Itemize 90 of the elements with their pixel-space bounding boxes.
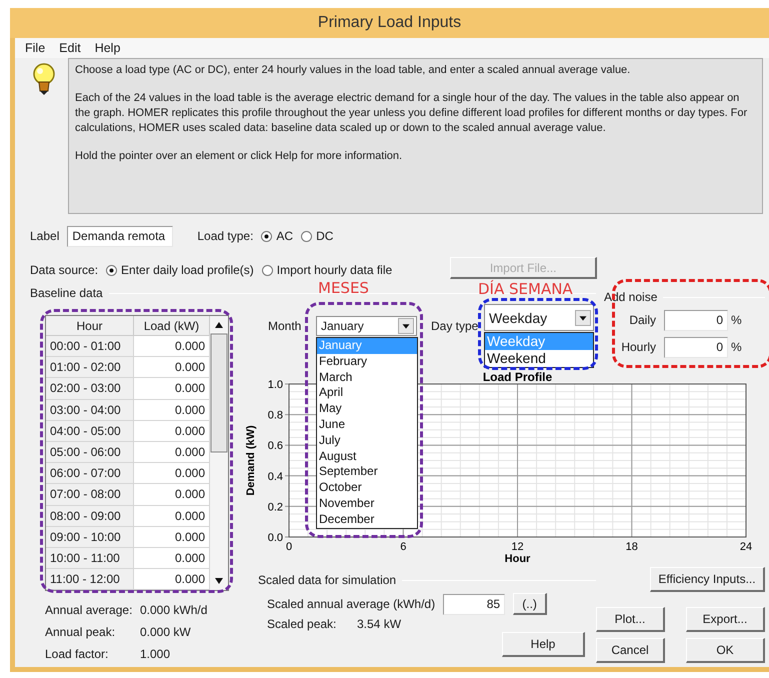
table-cell: 00:00 - 01:00 <box>46 336 134 358</box>
table-cell[interactable]: 0.000 <box>134 569 210 590</box>
field-label: Daily <box>628 313 657 327</box>
unit-label: % <box>731 313 742 327</box>
tick-label: 0 <box>286 541 292 553</box>
window-title: Primary Load Inputs <box>10 8 769 38</box>
tick-label: 0.2 <box>268 501 283 514</box>
tick-label: 1.0 <box>268 379 283 391</box>
table-cell: 09:00 - 10:00 <box>46 526 134 548</box>
radio-option[interactable]: Import hourly data file <box>262 263 392 277</box>
axis-title: Demand (kW) <box>245 425 257 496</box>
tick-label: 6 <box>400 541 406 553</box>
day-type-dropdown[interactable]: Weekday <box>484 304 594 331</box>
export-button[interactable]: Export... <box>686 607 765 632</box>
stat-label: Load factor: <box>45 647 110 661</box>
more-button[interactable]: (..) <box>513 593 548 615</box>
stat-value: 1.000 <box>140 647 172 661</box>
lightbulb-icon <box>31 62 57 96</box>
table-cell: 08:00 - 09:00 <box>46 506 134 527</box>
ok-button[interactable]: OK <box>686 638 765 663</box>
menu-item[interactable]: Edit <box>52 41 88 55</box>
tick-label: 0.4 <box>268 470 283 483</box>
scaled-average-field[interactable]: 85 <box>443 594 506 614</box>
table-cell[interactable]: 0.000 <box>134 484 210 506</box>
field-label: Load type: <box>197 229 254 243</box>
radio-option[interactable]: DC <box>301 229 334 243</box>
tick-label: 0.0 <box>268 532 283 544</box>
table-cell: 04:00 - 05:00 <box>46 420 134 442</box>
table-cell: 06:00 - 07:00 <box>46 463 134 484</box>
field-label: Month <box>268 319 302 333</box>
field-label: Hourly <box>620 340 657 354</box>
tick-label: 12 <box>511 541 524 553</box>
table-cell: 05:00 - 06:00 <box>46 442 134 464</box>
table-cell[interactable]: 0.000 <box>134 548 210 570</box>
table-cell: 01:00 - 02:00 <box>46 357 134 378</box>
stat-label: Annual average: <box>45 603 134 617</box>
field-label: Day type <box>431 319 480 333</box>
label-field[interactable]: Demanda remota <box>67 226 174 246</box>
field-label: Data source: <box>30 263 98 277</box>
info-text: Choose a load type (AC or DC), enter 24 hourly values in the load table, and enter a scaled annual average value. <box>75 63 632 78</box>
caret-icon <box>575 310 591 326</box>
radio-option[interactable]: Enter daily load profile(s) <box>106 263 254 277</box>
axis-title: Hour <box>504 553 530 565</box>
efficiency-inputs-button[interactable]: Efficiency Inputs... <box>650 567 765 592</box>
table-cell[interactable]: 0.000 <box>134 357 210 378</box>
plot-button[interactable]: Plot... <box>596 607 665 632</box>
info-text: Each of the 24 values in the load table is the average electric demand for a single hour of the day. The values in the table also appear on the graph. HOMER replicates this profile throughout the year unless you define different load profiles for different months or day types. For calculations, HOMER uses scaled data: baseline data scaled up or down to the scaled annual average value. <box>75 91 748 136</box>
month-dropdown[interactable]: January <box>316 316 417 336</box>
field-value: 3.54 kW <box>357 617 402 631</box>
radio-option[interactable]: AC <box>261 229 294 243</box>
table-cell[interactable]: 0.000 <box>134 378 210 400</box>
tick-label: 24 <box>740 541 752 553</box>
table-cell[interactable]: 0.000 <box>134 526 210 548</box>
table-cell[interactable]: 0.000 <box>134 420 210 442</box>
noise-field[interactable]: 0 <box>664 310 728 330</box>
noise-field[interactable]: 0 <box>664 336 728 358</box>
tick-label: 18 <box>626 541 638 553</box>
column-header: Load (kW) <box>134 316 210 336</box>
stat-value: 0.000 kW <box>140 625 192 639</box>
table-cell[interactable]: 0.000 <box>134 336 210 358</box>
tick-label: 0.8 <box>268 410 283 422</box>
menu-item[interactable]: Help <box>88 41 128 55</box>
table-cell: 07:00 - 08:00 <box>46 484 134 506</box>
field-label: Label <box>30 229 60 243</box>
group-title: Scaled data for simulation <box>258 573 396 587</box>
table-cell: 03:00 - 04:00 <box>46 400 134 421</box>
table-cell: 02:00 - 03:00 <box>46 378 134 400</box>
field-label: Scaled annual average (kWh/d) <box>267 597 436 611</box>
tick-label: 0.6 <box>268 440 283 452</box>
table-cell[interactable]: 0.000 <box>134 400 210 421</box>
stat-label: Annual peak: <box>45 625 116 639</box>
info-text: Hold the pointer over an element or click Help for more information. <box>75 149 404 164</box>
stat-value: 0.000 kWh/d <box>140 603 208 617</box>
annotation-label: MESES <box>318 281 369 296</box>
unit-label: % <box>731 340 742 354</box>
help-button[interactable]: Help <box>502 632 585 657</box>
annotation-label: DÍA SEMANA <box>478 282 573 297</box>
table-cell[interactable]: 0.000 <box>134 442 210 464</box>
table-cell[interactable]: 0.000 <box>134 506 210 527</box>
cancel-button[interactable]: Cancel <box>596 638 665 663</box>
chart-title: Load Profile <box>482 370 552 384</box>
menu-item[interactable]: File <box>18 41 52 55</box>
field-label: Scaled peak: <box>267 617 338 631</box>
scrollbar[interactable] <box>210 316 228 590</box>
caret-icon <box>398 318 414 334</box>
table-cell: 10:00 - 11:00 <box>46 548 134 570</box>
table-cell[interactable]: 0.000 <box>134 463 210 484</box>
column-header: Hour <box>46 316 134 336</box>
group-title: Baseline data <box>30 286 103 300</box>
table-cell: 11:00 - 12:00 <box>46 569 134 590</box>
